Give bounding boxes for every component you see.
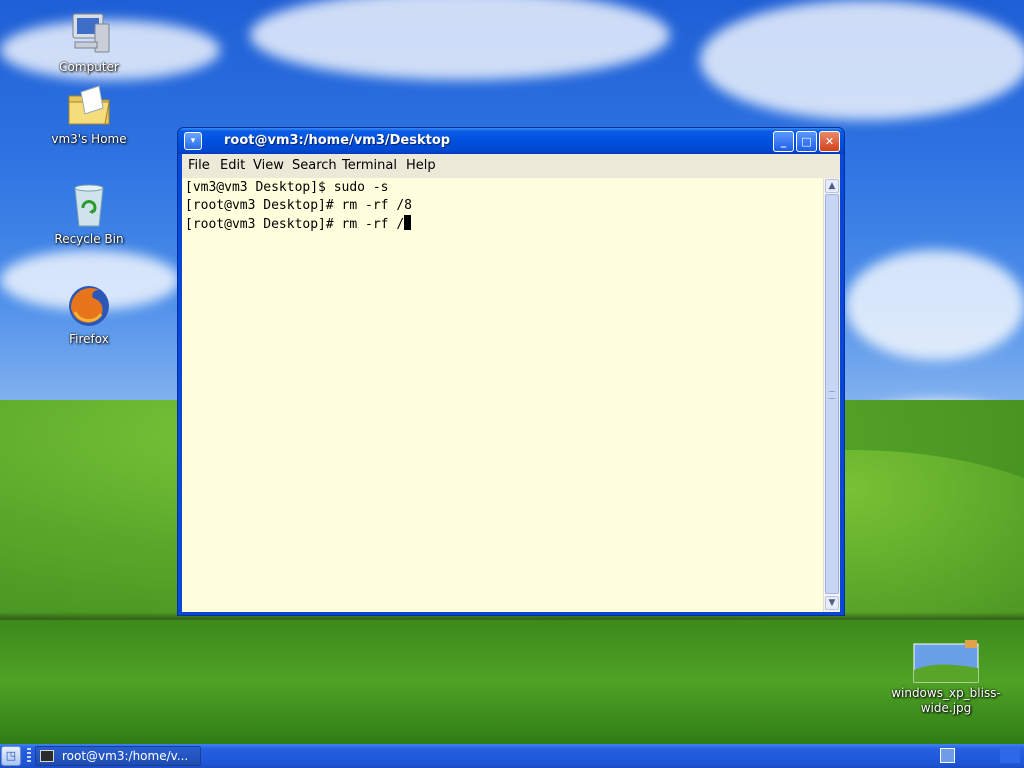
field — [0, 620, 1024, 744]
file-label: wide.jpg — [920, 701, 972, 715]
maximize-icon: □ — [801, 135, 812, 148]
menu-edit[interactable]: Edit — [220, 158, 245, 173]
window-title: root@vm3:/home/vm3/Desktop — [224, 133, 451, 148]
close-button[interactable]: ✕ — [819, 131, 840, 152]
file-label: windows_xp_bliss- — [891, 686, 1001, 700]
menu-view[interactable]: View — [253, 158, 284, 173]
window-menu-icon[interactable]: ▾ — [184, 132, 202, 150]
maximize-button[interactable]: □ — [796, 131, 817, 152]
terminal-icon — [40, 750, 54, 762]
cloud — [845, 250, 1024, 360]
home-folder-icon — [65, 82, 113, 130]
menu-bar: File Edit View Search Terminal Help — [182, 154, 840, 178]
desktop-icon-label: Firefox — [69, 332, 109, 346]
terminal-line: [vm3@vm3 Desktop]$ sudo -s — [185, 180, 389, 195]
desktop-icon-home[interactable]: vm3's Home — [44, 82, 134, 147]
menu-icon: ◳ — [5, 749, 17, 762]
desktop-icon-label: Computer — [59, 60, 119, 74]
taskbar-item-label: root@vm3:/home/v... — [62, 749, 189, 763]
taskbar-grip[interactable] — [27, 748, 31, 764]
grip-icon — [829, 391, 835, 399]
terminal-output[interactable]: [vm3@vm3 Desktop]$ sudo -s [root@vm3 Des… — [182, 178, 823, 612]
menu-search[interactable]: Search — [292, 158, 337, 173]
scroll-down-button[interactable]: ▼ — [825, 596, 839, 610]
chevron-down-icon: ▼ — [828, 598, 836, 608]
chevron-up-icon: ▲ — [828, 181, 836, 191]
cloud — [250, 0, 670, 80]
taskbar: ◳ root@vm3:/home/v... — [0, 744, 1024, 768]
cloud — [700, 0, 1024, 120]
menu-file[interactable]: File — [188, 158, 210, 173]
firefox-icon — [65, 282, 113, 330]
menu-terminal[interactable]: Terminal — [342, 158, 397, 173]
workspace-switcher[interactable] — [940, 748, 955, 763]
scroll-thumb[interactable] — [825, 194, 839, 594]
minimize-icon: _ — [780, 135, 787, 148]
vertical-scrollbar[interactable]: ▲ ▼ — [823, 178, 840, 612]
terminal-line: [root@vm3 Desktop]# rm -rf /8 — [185, 198, 412, 213]
image-file-icon — [913, 640, 979, 684]
desktop-icon-computer[interactable]: Computer — [44, 10, 134, 75]
scroll-up-button[interactable]: ▲ — [825, 179, 839, 193]
tray-area — [1000, 748, 1020, 763]
minimize-button[interactable]: _ — [773, 131, 794, 152]
computer-icon — [65, 10, 113, 58]
taskbar-item-terminal[interactable]: root@vm3:/home/v... — [35, 746, 201, 766]
desktop-icon-wallpaper-file[interactable]: windows_xp_bliss- wide.jpg — [886, 640, 1006, 716]
recycle-bin-icon — [65, 182, 113, 230]
title-bar[interactable]: ▾ root@vm3:/home/vm3/Desktop _ □ ✕ — [178, 128, 844, 154]
terminal-line: [root@vm3 Desktop]# rm -rf / — [185, 215, 412, 234]
desktop-icon-label: vm3's Home — [51, 132, 127, 146]
start-button[interactable]: ◳ — [1, 746, 21, 766]
desktop-icon-recycle-bin[interactable]: Recycle Bin — [44, 182, 134, 247]
terminal-prompt: [root@vm3 Desktop]# rm -rf / — [185, 217, 405, 232]
close-icon: ✕ — [824, 135, 835, 148]
text-cursor — [404, 215, 412, 230]
desktop-icon-label: Recycle Bin — [54, 232, 124, 246]
menu-help[interactable]: Help — [406, 158, 436, 173]
terminal-window[interactable]: ▾ root@vm3:/home/vm3/Desktop _ □ ✕ File … — [177, 127, 845, 616]
desktop-icon-firefox[interactable]: Firefox — [44, 282, 134, 347]
